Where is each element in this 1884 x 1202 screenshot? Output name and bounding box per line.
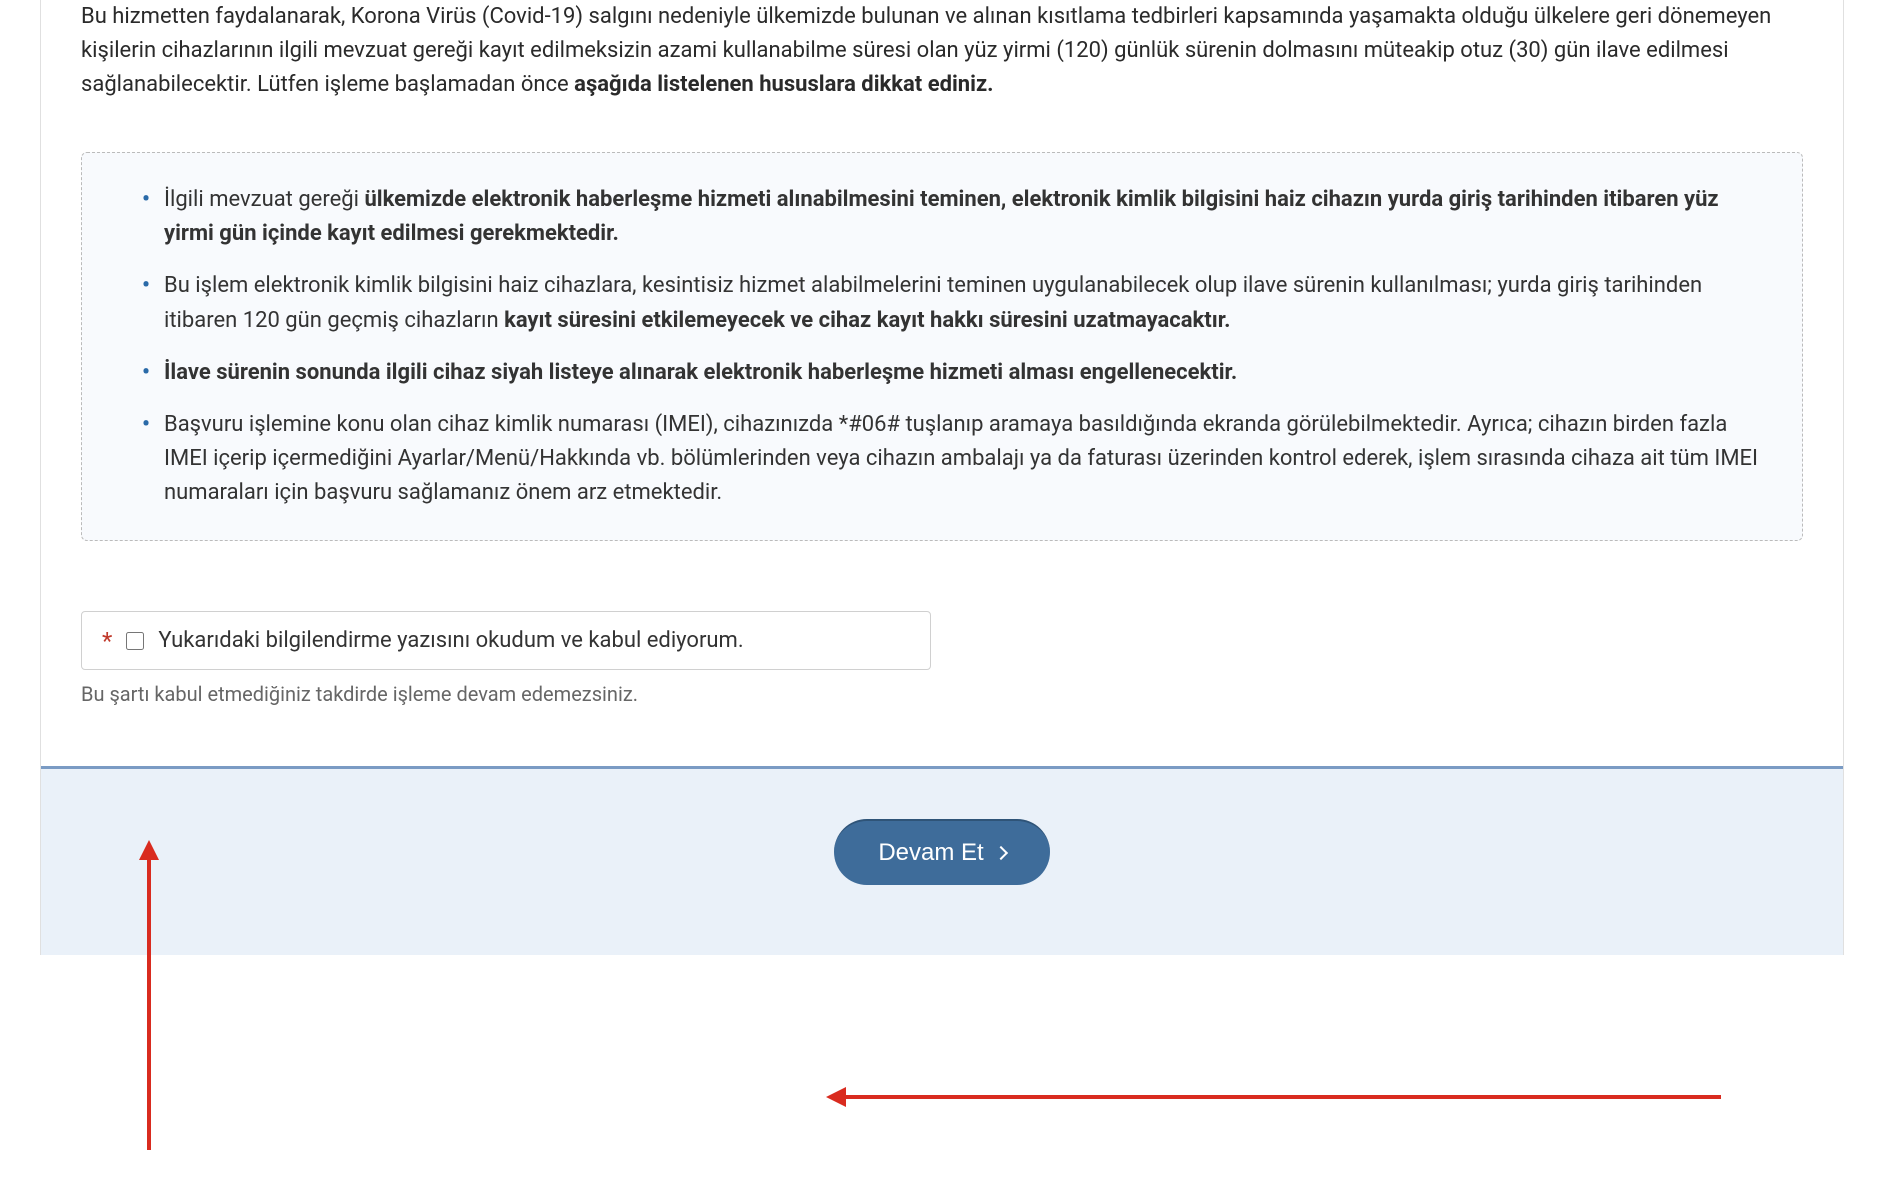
continue-button[interactable]: Devam Et (834, 819, 1049, 885)
info-item-4-text: Başvuru işlemine konu olan cihaz kimlik … (164, 412, 1758, 505)
button-section: Devam Et (41, 766, 1843, 955)
consent-label: Yukarıdaki bilgilendirme yazısını okudum… (158, 628, 743, 653)
page-container: Bu hizmetten faydalanarak, Korona Virüs … (40, 0, 1844, 955)
info-list: İlgili mevzuat gereği ülkemizde elektron… (122, 183, 1762, 510)
consent-help-text: Bu şartı kabul etmediğiniz takdirde işle… (81, 682, 1803, 706)
required-star-icon: * (102, 629, 112, 653)
info-item-3-bold: İlave sürenin sonunda ilgili cihaz siyah… (164, 360, 1237, 385)
info-item-2: Bu işlem elektronik kimlik bilgisini hai… (142, 269, 1762, 337)
intro-paragraph: Bu hizmetten faydalanarak, Korona Virüs … (41, 0, 1843, 132)
info-item-1-pre: İlgili mevzuat gereği (164, 187, 364, 212)
info-item-1-bold: ülkemizde elektronik haberleşme hizmeti … (164, 187, 1719, 246)
consent-box: * Yukarıdaki bilgilendirme yazısını okud… (81, 611, 931, 670)
info-box: İlgili mevzuat gereği ülkemizde elektron… (81, 152, 1803, 541)
info-item-1: İlgili mevzuat gereği ülkemizde elektron… (142, 183, 1762, 251)
chevron-right-icon (994, 846, 1008, 860)
intro-text-bold: aşağıda listelenen hususlara dikkat edin… (574, 72, 993, 97)
annotation-arrowhead-left (826, 1087, 846, 1107)
consent-checkbox[interactable] (126, 632, 144, 650)
info-item-2-bold: kayıt süresini etkilemeyecek ve cihaz ka… (504, 308, 1230, 333)
info-item-4: Başvuru işlemine konu olan cihaz kimlik … (142, 408, 1762, 510)
consent-area: * Yukarıdaki bilgilendirme yazısını okud… (41, 571, 1843, 706)
info-item-3: İlave sürenin sonunda ilgili cihaz siyah… (142, 356, 1762, 390)
continue-button-label: Devam Et (878, 839, 983, 867)
